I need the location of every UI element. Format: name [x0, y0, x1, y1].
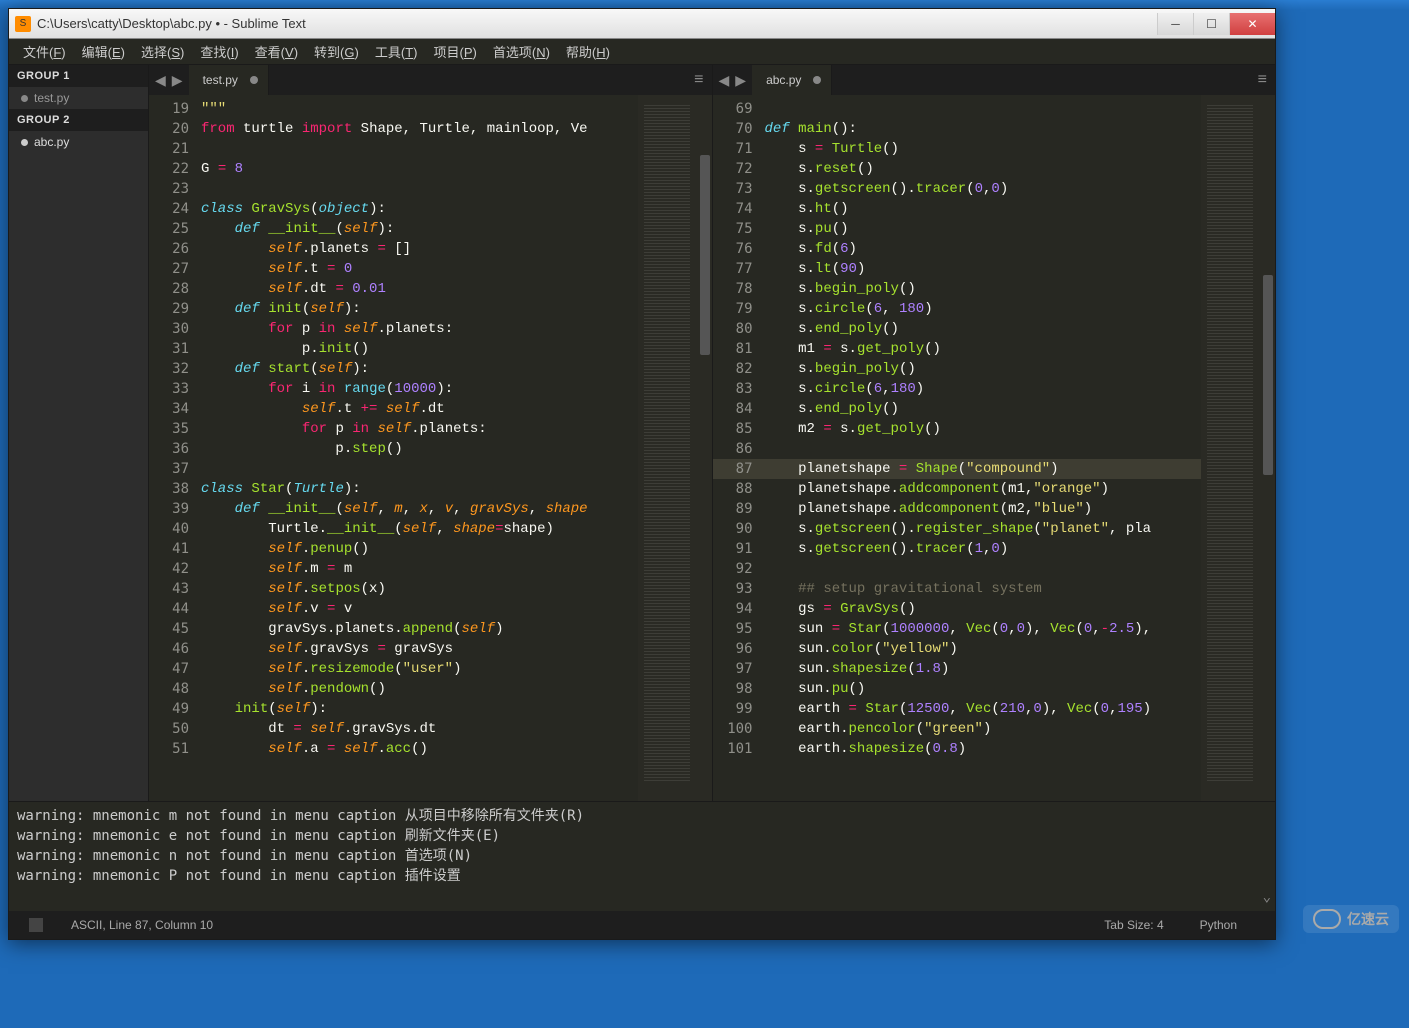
- file-tab[interactable]: test.py: [189, 65, 269, 95]
- minimap[interactable]: [638, 95, 698, 801]
- dirty-indicator-icon: [813, 76, 821, 84]
- statusbar: ASCII, Line 87, Column 10 Tab Size: 4 Py…: [9, 911, 1275, 939]
- cloud-icon: [1313, 909, 1341, 929]
- status-icon: [29, 918, 43, 932]
- line-gutter[interactable]: 1920212223242526272829303132333435363738…: [149, 95, 197, 801]
- console-line: warning: mnemonic P not found in menu ca…: [17, 866, 1267, 886]
- code-area[interactable]: 6970717273747576777879808182838485868788…: [713, 95, 1276, 801]
- close-button[interactable]: ✕: [1229, 13, 1275, 35]
- dirty-indicator-icon: [21, 139, 28, 146]
- menubar: 文件(F)编辑(E)选择(S)查找(I)查看(V)转到(G)工具(T)项目(P)…: [9, 39, 1275, 65]
- console-panel[interactable]: warning: mnemonic m not found in menu ca…: [9, 801, 1275, 911]
- menu-t[interactable]: 工具(T): [367, 39, 426, 64]
- menu-g[interactable]: 转到(G): [306, 39, 367, 64]
- sidebar-file[interactable]: test.py: [9, 87, 148, 109]
- menu-n[interactable]: 首选项(N): [485, 39, 558, 64]
- code-content[interactable]: """from turtle import Shape, Turtle, mai…: [197, 95, 638, 801]
- app-icon: S: [15, 16, 31, 32]
- menu-i[interactable]: 查找(I): [192, 39, 246, 64]
- vertical-scrollbar[interactable]: [1261, 95, 1275, 801]
- tab-next-icon[interactable]: ▶: [170, 72, 185, 89]
- dirty-indicator-icon: [21, 95, 28, 102]
- tab-prev-icon[interactable]: ◀: [717, 72, 732, 89]
- watermark: 亿速云: [1303, 905, 1399, 933]
- menu-v[interactable]: 查看(V): [247, 39, 306, 64]
- code-content[interactable]: def main(): s = Turtle() s.reset() s.get…: [761, 95, 1202, 801]
- sidebar: GROUP 1 test.py GROUP 2 abc.py: [9, 65, 149, 801]
- console-toggle-icon[interactable]: ⌄: [1263, 887, 1271, 907]
- tab-prev-icon[interactable]: ◀: [153, 72, 168, 89]
- scroll-thumb[interactable]: [1263, 275, 1273, 475]
- application-window: S C:\Users\catty\Desktop\abc.py • - Subl…: [8, 8, 1276, 940]
- console-line: warning: mnemonic m not found in menu ca…: [17, 806, 1267, 826]
- dirty-indicator-icon: [250, 76, 258, 84]
- line-gutter[interactable]: 6970717273747576777879808182838485868788…: [713, 95, 761, 801]
- status-syntax[interactable]: Python: [1182, 918, 1255, 932]
- maximize-button[interactable]: ☐: [1193, 13, 1229, 35]
- status-tab-size[interactable]: Tab Size: 4: [1086, 918, 1181, 932]
- tab-menu-icon[interactable]: ≡: [1250, 65, 1275, 95]
- console-line: warning: mnemonic n not found in menu ca…: [17, 846, 1267, 866]
- menu-h[interactable]: 帮助(H): [558, 39, 618, 64]
- tabbar: ◀▶test.py ≡: [149, 65, 712, 95]
- minimap[interactable]: [1201, 95, 1261, 801]
- vertical-scrollbar[interactable]: [698, 95, 712, 801]
- scroll-thumb[interactable]: [700, 155, 710, 355]
- window-title: C:\Users\catty\Desktop\abc.py • - Sublim…: [37, 16, 1157, 31]
- group-2-header: GROUP 2: [9, 109, 148, 131]
- editor-pane-1: ◀▶test.py ≡ 192021222324252627282930313233…: [149, 65, 713, 801]
- tabbar: ◀▶abc.py ≡: [713, 65, 1276, 95]
- tab-next-icon[interactable]: ▶: [733, 72, 748, 89]
- editor-pane-2: ◀▶abc.py ≡ 6970717273747576777879808182838…: [713, 65, 1276, 801]
- group-1-header: GROUP 1: [9, 65, 148, 87]
- status-position[interactable]: ASCII, Line 87, Column 10: [53, 918, 231, 932]
- menu-f[interactable]: 文件(F): [15, 39, 74, 64]
- menu-p[interactable]: 项目(P): [425, 39, 484, 64]
- sidebar-file[interactable]: abc.py: [9, 131, 148, 153]
- code-area[interactable]: 1920212223242526272829303132333435363738…: [149, 95, 712, 801]
- titlebar[interactable]: S C:\Users\catty\Desktop\abc.py • - Subl…: [9, 9, 1275, 39]
- minimize-button[interactable]: ─: [1157, 13, 1193, 35]
- menu-e[interactable]: 编辑(E): [74, 39, 133, 64]
- menu-s[interactable]: 选择(S): [133, 39, 192, 64]
- console-line: warning: mnemonic e not found in menu ca…: [17, 826, 1267, 846]
- file-tab[interactable]: abc.py: [752, 65, 832, 95]
- tab-menu-icon[interactable]: ≡: [686, 65, 711, 95]
